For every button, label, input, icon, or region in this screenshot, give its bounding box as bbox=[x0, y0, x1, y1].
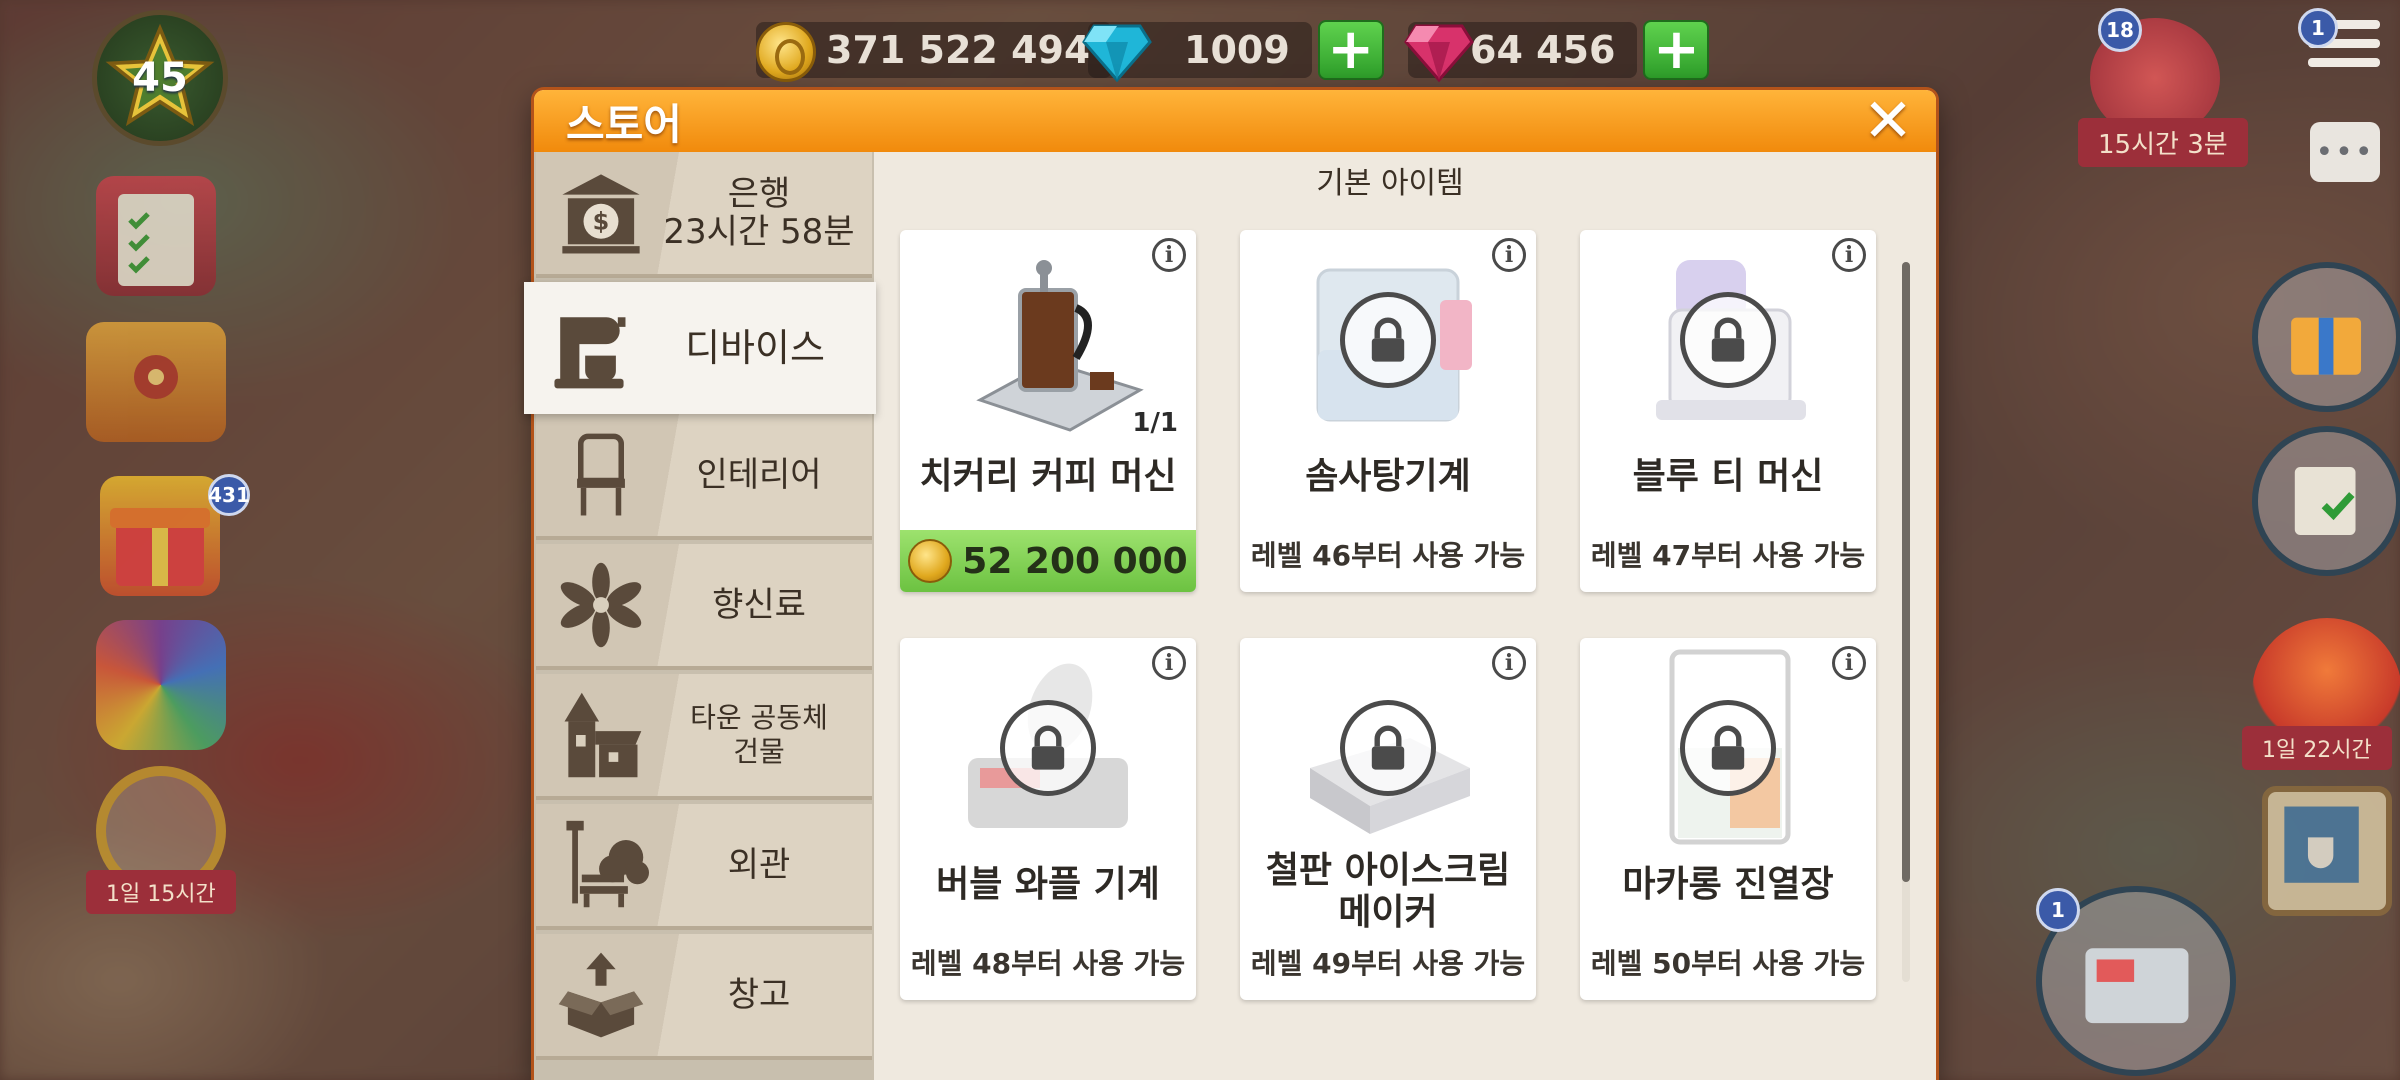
item-card-bubble-waffle-machine[interactable]: i 버블 와플 기계 레벨 48부터 사용 가능 bbox=[900, 638, 1196, 1000]
level-number: 45 bbox=[132, 55, 188, 101]
ruby-icon bbox=[1404, 24, 1474, 83]
category-exterior[interactable]: 외관 bbox=[536, 804, 872, 930]
item-card-teppan-ice-cream-maker[interactable]: i 철판 아이스크림 메이커 레벨 49부터 사용 가능 bbox=[1240, 638, 1536, 1000]
level-badge[interactable]: 45 bbox=[92, 10, 228, 146]
item-name: 치커리 커피 머신 bbox=[919, 456, 1177, 497]
item-level-requirement: 레벨 47부터 사용 가능 bbox=[1590, 539, 1866, 572]
category-storage-label: 창고 bbox=[727, 975, 791, 1015]
checklist-icon bbox=[2294, 466, 2356, 536]
buy-diamonds-button[interactable]: + bbox=[1317, 20, 1384, 80]
item-level-requirement: 레벨 46부터 사용 가능 bbox=[1250, 539, 1526, 572]
mixer-icon bbox=[534, 293, 644, 403]
info-icon[interactable]: i bbox=[1152, 646, 1186, 680]
item-name: 철판 아이스크림 메이커 bbox=[1265, 850, 1511, 933]
item-level-requirement: 레벨 49부터 사용 가능 bbox=[1250, 947, 1526, 980]
chair-icon bbox=[546, 420, 656, 530]
clipboard-icon bbox=[118, 194, 194, 286]
category-bank-label: 은행 23시간 58분 bbox=[663, 174, 855, 252]
left-event-timer: 1일 15시간 bbox=[86, 870, 236, 914]
category-devices-label: 디바이스 bbox=[685, 326, 825, 370]
bank-icon: $ bbox=[546, 158, 656, 268]
bench-icon bbox=[546, 810, 656, 920]
diamonds-value: 1009 bbox=[1184, 28, 1290, 72]
lock-icon bbox=[1680, 700, 1776, 796]
buy-rubies-button[interactable]: + bbox=[1643, 20, 1710, 80]
coin-icon bbox=[756, 22, 816, 82]
quests-button[interactable] bbox=[2252, 426, 2400, 576]
item-level-requirement: 레벨 50부터 사용 가능 bbox=[1590, 947, 1866, 980]
store-header: 스토어 bbox=[534, 90, 1936, 152]
balloon-event-timer: 1일 22시간 bbox=[2242, 726, 2392, 770]
item-card-chicory-coffee-machine[interactable]: i 1/1 치커리 커피 머신 52 200 000 bbox=[900, 230, 1196, 592]
category-town-buildings-label: 타운 공동체 건물 bbox=[690, 701, 828, 768]
coins-counter: 371 522 494 bbox=[756, 20, 1113, 82]
category-exterior-label: 외관 bbox=[727, 845, 791, 885]
coin-icon bbox=[908, 539, 953, 583]
items-scrollbar[interactable] bbox=[1902, 262, 1910, 982]
menu-badge: 1 bbox=[2298, 8, 2338, 48]
info-icon[interactable]: i bbox=[1832, 646, 1866, 680]
item-name: 솜사탕기계 bbox=[1305, 456, 1471, 497]
gift-icon bbox=[110, 508, 210, 586]
diamond-icon bbox=[1082, 24, 1152, 83]
item-card-macaron-display[interactable]: i 마카롱 진열장 레벨 50부터 사용 가능 bbox=[1580, 638, 1876, 1000]
store-title: 스토어 bbox=[566, 99, 682, 149]
category-interior[interactable]: 인테리어 bbox=[536, 414, 872, 540]
store-category-sidebar: $ 은행 23시간 58분 디바이스 인테리어 향신료 타운 공동체 건물 외관… bbox=[524, 152, 876, 1080]
star-anise-icon bbox=[546, 550, 656, 660]
buy-button[interactable]: 52 200 000 bbox=[900, 530, 1196, 592]
store-items-panel: 기본 아이템 i 1/1 치커리 커피 머신 52 200 000 i 솜사탕기… bbox=[874, 152, 1936, 1080]
orders-clipboard-button[interactable] bbox=[96, 176, 216, 296]
svg-text:$: $ bbox=[593, 208, 610, 236]
store-dialog: 스토어 ✕ $ 은행 23시간 58분 디바이스 인테리어 향신료 타운 공동체… bbox=[524, 90, 1936, 1080]
section-title: 기본 아이템 bbox=[1316, 166, 1464, 201]
building-icon bbox=[546, 680, 656, 790]
item-price: 52 200 000 bbox=[962, 540, 1188, 582]
register-badge: 1 bbox=[2036, 888, 2080, 932]
lock-icon bbox=[1340, 700, 1436, 796]
category-storage[interactable]: 창고 bbox=[536, 934, 872, 1060]
coins-value: 371 522 494 bbox=[826, 28, 1091, 72]
gift-icon bbox=[2291, 317, 2362, 375]
category-devices[interactable]: 디바이스 bbox=[524, 282, 876, 414]
items-scrollbar-thumb[interactable] bbox=[1902, 262, 1910, 882]
category-spices-label: 향신료 bbox=[712, 585, 806, 625]
item-level-requirement: 레벨 48부터 사용 가능 bbox=[910, 947, 1186, 980]
flower-box-icon bbox=[134, 355, 178, 399]
lock-icon bbox=[1680, 292, 1776, 388]
item-name: 블루 티 머신 bbox=[1632, 456, 1824, 497]
rubies-counter: 64 456 + bbox=[1404, 20, 1710, 83]
info-icon[interactable]: i bbox=[1492, 646, 1526, 680]
info-icon[interactable]: i bbox=[1152, 238, 1186, 272]
coffee-cup-icon bbox=[2284, 806, 2359, 883]
menu-line-icon bbox=[2308, 58, 2380, 67]
item-card-blue-tea-machine[interactable]: i 블루 티 머신 레벨 47부터 사용 가능 bbox=[1580, 230, 1876, 592]
category-town-buildings[interactable]: 타운 공동체 건물 bbox=[536, 674, 872, 800]
color-hexagon-button[interactable] bbox=[96, 620, 226, 750]
info-icon[interactable]: i bbox=[1832, 238, 1866, 272]
category-interior-label: 인테리어 bbox=[696, 455, 822, 495]
item-name: 버블 와플 기계 bbox=[936, 864, 1160, 905]
gift-count-badge: 431 bbox=[208, 474, 250, 516]
spice-box-button[interactable] bbox=[86, 322, 226, 442]
rubies-value: 64 456 bbox=[1470, 28, 1616, 72]
menu-board-button[interactable] bbox=[2262, 786, 2392, 916]
category-bank[interactable]: $ 은행 23시간 58분 bbox=[536, 152, 872, 278]
gift-pile-badge: 18 bbox=[2098, 8, 2142, 52]
chat-button[interactable]: ••• bbox=[2310, 122, 2380, 182]
daily-gift-button[interactable] bbox=[2252, 262, 2400, 412]
diamonds-counter: 1009 + bbox=[1082, 20, 1384, 83]
info-icon[interactable]: i bbox=[1492, 238, 1526, 272]
item-card-cotton-candy-machine[interactable]: i 솜사탕기계 레벨 46부터 사용 가능 bbox=[1240, 230, 1536, 592]
lock-icon bbox=[1340, 292, 1436, 388]
gift-box-button[interactable] bbox=[100, 476, 220, 596]
close-button[interactable]: ✕ bbox=[1862, 91, 1914, 151]
lock-icon bbox=[1000, 700, 1096, 796]
item-name: 마카롱 진열장 bbox=[1622, 864, 1834, 905]
gift-pile-timer: 15시간 3분 bbox=[2078, 118, 2248, 167]
item-quantity: 1/1 bbox=[1132, 408, 1178, 438]
category-spices[interactable]: 향신료 bbox=[536, 544, 872, 670]
box-icon bbox=[546, 940, 656, 1050]
